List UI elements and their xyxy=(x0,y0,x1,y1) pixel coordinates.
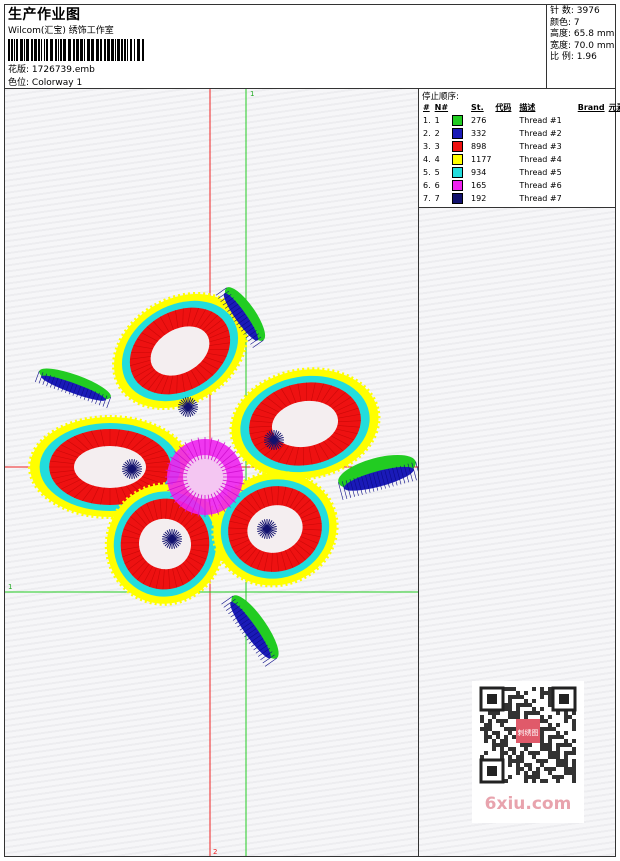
thread-row: 3. 3 898 Thread #3 xyxy=(421,140,620,153)
design-height: 高度: 65.8 mm xyxy=(550,29,615,39)
stop-number: 6. xyxy=(423,181,431,190)
watermark-qr: 刺绣图 6xiu.com xyxy=(472,681,584,823)
colorway-label: 色位: xyxy=(8,78,30,88)
thread-table-header: # N# St. 代码 描述 Brand 元素 xyxy=(423,103,620,112)
design-label: 花版: xyxy=(8,65,30,75)
stitch-count: 192 xyxy=(471,194,487,203)
thread-description: Thread #2 xyxy=(519,129,562,138)
thread-color-swatch xyxy=(452,180,464,191)
stitch-count: 898 xyxy=(471,142,487,151)
flower-embroidery xyxy=(28,287,418,667)
stitch-count: 1177 xyxy=(471,155,492,164)
needle-number: 6 xyxy=(434,181,440,190)
stitch-count: 165 xyxy=(471,181,487,190)
design-file-row: 花版: 1726739.emb xyxy=(8,62,95,75)
color-count: 颜色: 7 xyxy=(550,17,580,28)
needle-number: 5 xyxy=(434,168,440,177)
stop-number: 7. xyxy=(423,194,431,203)
thread-color-swatch xyxy=(452,141,464,152)
stitch-count: 934 xyxy=(471,168,487,177)
flower-center-inner xyxy=(183,455,227,499)
needle-number: 2 xyxy=(434,129,440,138)
design-file-value: 1726739.emb xyxy=(31,65,95,75)
thread-description: Thread #7 xyxy=(519,194,562,203)
colorway-row: 色位: Colorway 1 xyxy=(8,75,82,88)
stop-number: 3. xyxy=(423,142,431,151)
stop-sequence-panel: 停止顺序: # N# St. 代码 描述 Brand 元素 1.1276Thre… xyxy=(419,89,620,207)
thread-description: Thread #6 xyxy=(519,181,562,190)
design-width: 宽度: 70.0 mm xyxy=(550,40,615,51)
thread-description: Thread #5 xyxy=(519,168,562,177)
sheet-title: 生产作业图 xyxy=(8,7,81,23)
colorway-value: Colorway 1 xyxy=(31,78,83,88)
stop-number: 1. xyxy=(423,116,431,125)
design-stats: 针 数: 3976 颜色: 7 高度: 65.8 mm 宽度: 70.0 mm … xyxy=(546,5,615,88)
stitch-count: 针 数: 3976 xyxy=(550,6,600,16)
thread-description: Thread #3 xyxy=(519,142,562,151)
needle-number: 3 xyxy=(434,142,440,151)
embroidery-design: 1 2 1 2 xyxy=(5,89,418,856)
thread-color-swatch xyxy=(452,128,464,139)
thread-description: Thread #1 xyxy=(519,116,562,125)
stop-number: 5. xyxy=(423,168,431,177)
design-scale: 比 例: 1.96 xyxy=(550,52,597,62)
qr-code-image: 刺绣图 6xiu.com xyxy=(479,686,577,814)
needle-number: 1 xyxy=(434,116,440,125)
needle-number: 4 xyxy=(434,155,440,164)
design-preview: 1 2 1 2 xyxy=(5,89,418,856)
thread-color-swatch xyxy=(452,154,464,165)
thread-color-swatch xyxy=(452,115,464,126)
thread-row: 2. 2 332 Thread #2 xyxy=(421,127,620,140)
thread-color-swatch xyxy=(452,193,464,204)
watermark-text: 6xiu.com xyxy=(485,794,572,814)
header-info: 生产作业图 Wilcom(汇宝) 绣饰工作室 花版: 1726739.emb 色… xyxy=(5,5,546,88)
company-name: Wilcom(汇宝) 绣饰工作室 xyxy=(8,26,114,36)
stitch-count: 332 xyxy=(471,129,487,138)
barcode-image xyxy=(8,39,144,61)
thread-color-swatch xyxy=(452,167,464,178)
needle-number: 7 xyxy=(434,194,440,203)
thread-row: 7. 7 192 Thread #7 xyxy=(421,192,620,205)
stop-number: 4. xyxy=(423,155,431,164)
thread-table: # N# St. 代码 描述 Brand 元素 1.1276Thread #12… xyxy=(421,101,620,205)
guide-marker-top: 1 xyxy=(250,90,254,98)
thread-row: 5. 5 934 Thread #5 xyxy=(421,166,620,179)
thread-row: 1. 1 276 Thread #1 xyxy=(421,114,620,127)
stop-number: 2. xyxy=(423,129,431,138)
thread-row: 4. 4 1177 Thread #4 xyxy=(421,153,620,166)
guide-marker-left: 1 xyxy=(8,583,12,591)
qr-badge-text: 刺绣图 xyxy=(518,728,539,737)
thread-row: 6. 6 165 Thread #6 xyxy=(421,179,620,192)
guide-marker-bottom: 2 xyxy=(213,848,217,856)
stitch-count: 276 xyxy=(471,116,487,125)
thread-description: Thread #4 xyxy=(519,155,562,164)
